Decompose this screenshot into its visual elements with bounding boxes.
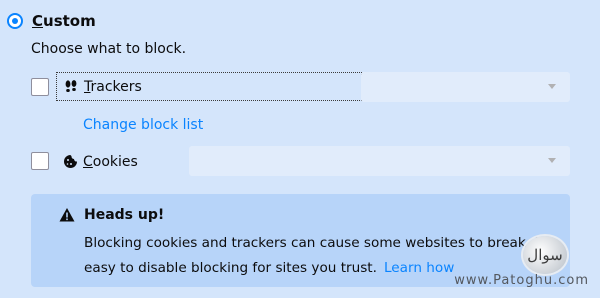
custom-radio-button[interactable] <box>7 13 23 29</box>
custom-radio-option[interactable]: Custom <box>7 12 96 30</box>
trackers-label-text: Trackers <box>84 78 142 95</box>
trackers-row <box>31 78 49 96</box>
cookies-row <box>31 152 49 170</box>
cookies-label-text: Cookies <box>83 153 138 170</box>
watermark-badge: سوال <box>523 236 567 274</box>
notice-title: Heads up! <box>84 207 165 223</box>
change-block-list-link[interactable]: Change block list <box>83 117 203 133</box>
watermark: سوال www.Patoghu.com <box>419 236 589 292</box>
cookies-label[interactable]: Cookies <box>56 147 138 176</box>
cookies-checkbox[interactable] <box>31 152 49 170</box>
custom-radio-label: Custom <box>32 12 96 30</box>
footprints-icon <box>63 79 79 95</box>
cookies-select[interactable] <box>189 146 570 176</box>
trackers-checkbox[interactable] <box>31 78 49 96</box>
notice-header: Heads up! <box>59 207 164 223</box>
chevron-down-icon <box>548 84 556 89</box>
trackers-select[interactable] <box>361 72 570 102</box>
choose-what-to-block-text: Choose what to block. <box>31 41 187 57</box>
warning-icon <box>59 208 75 222</box>
chevron-down-icon <box>548 158 556 163</box>
trackers-label[interactable]: Trackers <box>56 72 362 101</box>
cookie-icon <box>62 154 78 170</box>
watermark-text: www.Patoghu.com <box>454 273 589 288</box>
